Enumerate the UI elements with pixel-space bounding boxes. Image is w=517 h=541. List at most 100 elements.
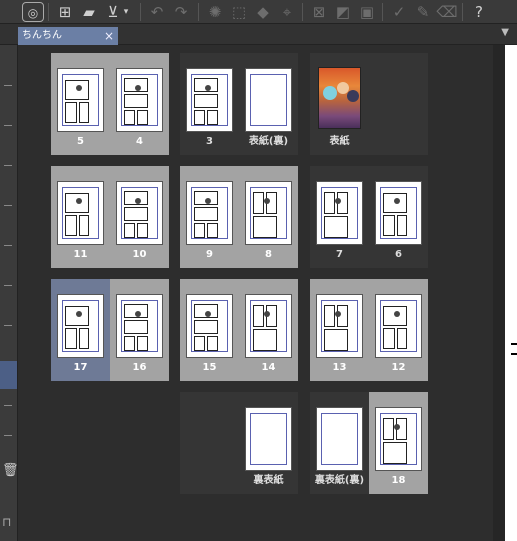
page-thumbnail — [369, 53, 428, 155]
right-panel-edge — [505, 45, 517, 541]
comic-panel — [253, 192, 264, 214]
undo-icon[interactable]: ↶ — [146, 2, 168, 22]
panel-figure — [394, 198, 400, 204]
transform-icon[interactable]: ⌖ — [276, 2, 298, 22]
page-label: 裏表紙(裏) — [314, 475, 365, 486]
pen-icon[interactable]: ✓ — [388, 2, 410, 22]
left-panel-strip: 🗑 ⊓ — [0, 45, 19, 541]
page-sheet — [245, 294, 292, 358]
spread: 13 12 — [310, 279, 428, 381]
page-thumbnail[interactable]: 13 — [310, 279, 369, 381]
panel-tick — [4, 125, 12, 126]
comic-panel — [324, 329, 348, 351]
cover-figure — [347, 90, 359, 102]
page-thumbnail[interactable]: 裏表紙 — [239, 392, 298, 494]
page-frame — [250, 413, 287, 465]
page-label: 表紙(裏) — [248, 136, 289, 147]
panel-handle[interactable] — [511, 343, 517, 355]
toolbar-divider — [48, 3, 49, 21]
comic-panel — [253, 216, 277, 238]
fill-icon[interactable]: ◆ — [252, 2, 274, 22]
page-sheet — [316, 181, 363, 245]
page-label: 17 — [73, 362, 88, 373]
loading-icon[interactable]: ✺ — [204, 2, 226, 22]
help-icon[interactable]: ? — [468, 2, 490, 22]
export-chevron-down-icon[interactable]: ▾ — [120, 2, 132, 22]
page-thumbnail[interactable]: 4 — [110, 53, 169, 155]
spread: 裏表紙 — [180, 392, 298, 494]
page-label: 11 — [73, 249, 88, 260]
comic-panel — [324, 305, 335, 327]
vertical-scrollbar[interactable] — [493, 45, 505, 541]
page-thumbnail — [180, 392, 239, 494]
page-label: 5 — [77, 136, 84, 147]
panel-figure — [394, 311, 400, 317]
page-thumbnail[interactable]: 18 — [369, 392, 428, 494]
comic-panel — [124, 223, 135, 238]
page-thumbnail[interactable]: 16 — [110, 279, 169, 381]
page-sheet — [316, 407, 363, 471]
page-frame — [250, 74, 287, 126]
comic-panel — [324, 192, 335, 214]
page-thumbnail[interactable]: 17 — [51, 279, 110, 381]
trash-icon[interactable]: 🗑 — [2, 463, 19, 479]
page-sheet — [245, 181, 292, 245]
cover-figure — [323, 86, 337, 100]
comic-panel — [207, 110, 218, 125]
select-icon[interactable]: ⬚ — [228, 2, 250, 22]
comic-panel — [65, 215, 77, 236]
page-label: 6 — [395, 249, 402, 260]
page-thumbnail[interactable]: 3 — [180, 53, 239, 155]
redo-icon[interactable]: ↷ — [170, 2, 192, 22]
comic-panel — [383, 418, 394, 440]
page-thumbnail[interactable]: 6 — [369, 166, 428, 268]
page-thumbnail[interactable]: 10 — [110, 166, 169, 268]
comic-panel — [194, 94, 218, 108]
panel-figure — [135, 311, 141, 317]
close-icon[interactable]: × — [104, 27, 114, 45]
page-sheet — [245, 68, 292, 132]
new-file-icon[interactable]: ⊞ — [54, 2, 76, 22]
document-tab[interactable]: ちんちん × — [18, 27, 118, 45]
page-label: 9 — [206, 249, 213, 260]
clip-logo-icon[interactable]: ◎ — [22, 2, 44, 22]
toolbar-divider — [382, 3, 383, 21]
clear-icon[interactable]: ⊠ — [308, 2, 330, 22]
comic-panel — [137, 336, 148, 351]
page-label: 表紙 — [329, 136, 350, 147]
page-thumbnail[interactable]: 5 — [51, 53, 110, 155]
frame-icon[interactable]: ▣ — [356, 2, 378, 22]
panel-tick — [4, 165, 12, 166]
invert-icon[interactable]: ◩ — [332, 2, 354, 22]
panel-selected-item[interactable] — [0, 361, 17, 389]
chevron-down-icon[interactable]: ▼ — [501, 27, 509, 38]
page-thumbnail[interactable]: 12 — [369, 279, 428, 381]
open-folder-icon[interactable]: ▰ — [78, 2, 100, 22]
page-thumbnail[interactable]: 裏表紙(裏) — [310, 392, 369, 494]
page-thumbnail[interactable]: 9 — [180, 166, 239, 268]
brush-icon[interactable]: ✎ — [412, 2, 434, 22]
page-thumbnail[interactable]: 表紙 — [310, 53, 369, 155]
page-label: 15 — [202, 362, 217, 373]
page-thumbnail[interactable]: 7 — [310, 166, 369, 268]
main-toolbar: ◎ ⊞ ▰ ⊻ ▾ ↶ ↷ ✺ ⬚ ◆ ⌖ ⊠ ◩ ▣ ✓ ✎ ⌫ ? — [0, 0, 517, 24]
page-sheet — [57, 294, 104, 358]
spread: 3 表紙(裏) — [180, 53, 298, 155]
page-thumbnail[interactable]: 14 — [239, 279, 298, 381]
page-label: 3 — [206, 136, 213, 147]
page-manager-canvas[interactable]: 5 4 3 表紙(裏) 表紙 11 10 9 8 7 6 17 16 15 14 13 12 裏表紙 裏表紙(裏) 1… — [18, 45, 493, 541]
panel-tick — [4, 245, 12, 246]
page-thumbnail[interactable]: 11 — [51, 166, 110, 268]
lock-icon[interactable]: ⊓ — [2, 515, 16, 531]
page-label: 4 — [136, 136, 143, 147]
panel-tick — [4, 85, 12, 86]
page-thumbnail[interactable]: 8 — [239, 166, 298, 268]
panel-figure — [205, 85, 211, 91]
page-label: 10 — [132, 249, 147, 260]
page-thumbnail[interactable]: 15 — [180, 279, 239, 381]
eraser-icon[interactable]: ⌫ — [436, 2, 458, 22]
page-thumbnail[interactable]: 表紙(裏) — [239, 53, 298, 155]
panel-figure — [264, 311, 270, 317]
panel-tick — [4, 285, 12, 286]
comic-panel — [79, 102, 89, 123]
